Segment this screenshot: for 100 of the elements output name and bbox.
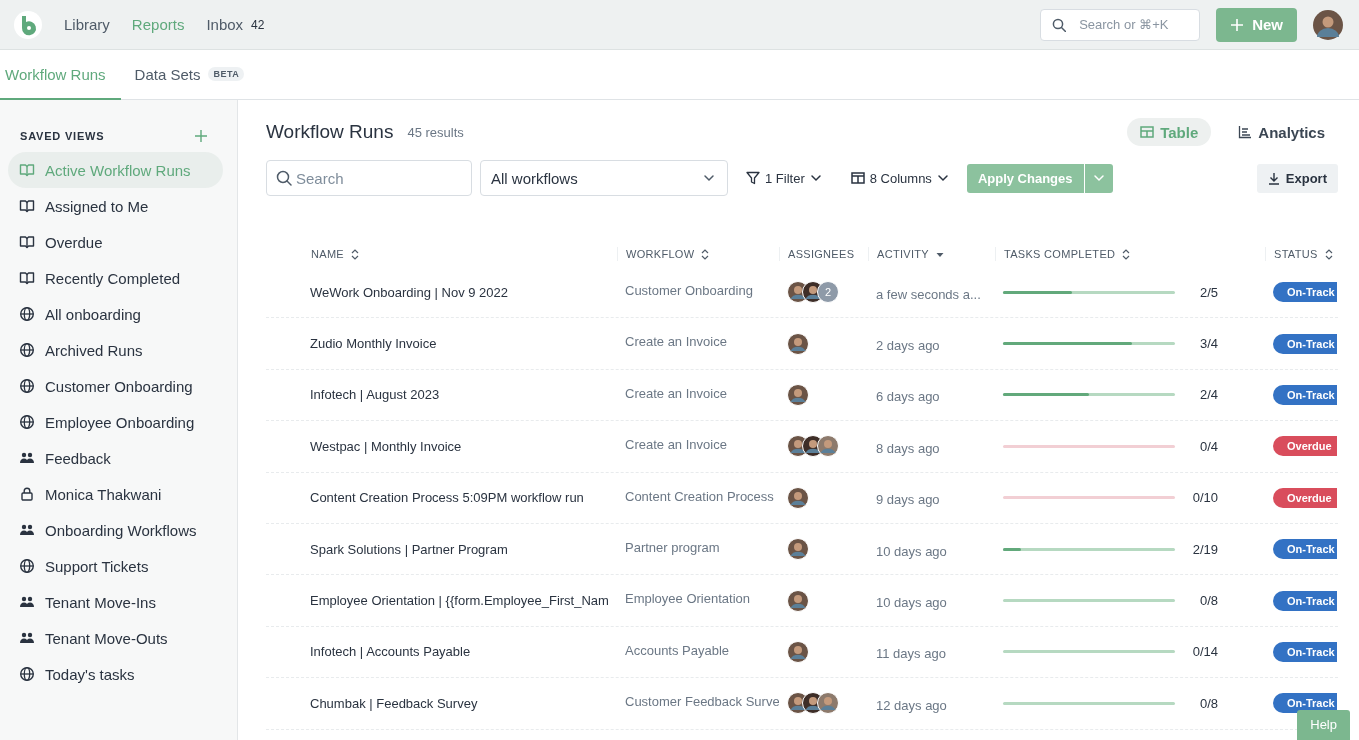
people-icon: [19, 594, 35, 610]
globe-icon: [19, 414, 35, 430]
saved-view-item[interactable]: Recently Completed: [8, 260, 223, 296]
status-badge: On-Track: [1273, 282, 1337, 303]
column-header[interactable]: WORKFLOW: [626, 248, 695, 260]
run-name[interactable]: Content Creation Process 5:09PM workflow run: [266, 490, 617, 506]
status-badge: On-Track: [1273, 590, 1337, 611]
status-badge: Overdue: [1273, 436, 1337, 457]
view-toggle[interactable]: Analytics: [1225, 118, 1338, 146]
activity-time: 11 days ago: [875, 645, 947, 662]
nav-link[interactable]: Library: [64, 16, 110, 33]
run-name[interactable]: Westpac | Monthly Invoice: [266, 438, 617, 454]
search-field[interactable]: Search or ⌘+K: [1040, 8, 1201, 41]
saved-view-item[interactable]: Support Tickets: [8, 548, 223, 584]
task-count: 0/8: [1198, 593, 1218, 609]
result-count: 45 results: [407, 124, 464, 140]
book-icon: [19, 270, 35, 286]
nav-link[interactable]: Inbox 42: [206, 16, 265, 33]
run-name[interactable]: Chumbak | Feedback Survey: [266, 695, 617, 711]
beta-badge: BETA: [208, 67, 245, 81]
activity-time: 8 days ago: [875, 439, 941, 456]
book-icon: [19, 234, 35, 250]
workflow-name: Employee Orientation: [624, 590, 751, 607]
table-icon: [1140, 125, 1155, 139]
lock-icon: [19, 486, 35, 502]
saved-view-item[interactable]: Today's tasks: [8, 656, 223, 692]
activity-time: a few seconds a...: [875, 285, 982, 302]
saved-view-item[interactable]: Feedback: [8, 440, 223, 476]
task-count: 2/19: [1191, 541, 1218, 557]
workflow-name: Accounts Payable: [624, 641, 731, 658]
task-count: 0/4: [1198, 438, 1218, 454]
sort-icon: [350, 247, 360, 261]
avatar-icon: [787, 383, 809, 406]
activity-time: 10 days ago: [875, 542, 948, 559]
workflow-name: Partner program: [624, 538, 721, 555]
activity-time: 2 days ago: [875, 337, 941, 354]
run-name[interactable]: Infotech | Accounts Payable: [266, 644, 617, 660]
saved-view-item[interactable]: Tenant Move-Ins: [8, 584, 223, 620]
avatar-icon: [817, 692, 839, 715]
run-name[interactable]: Spark Solutions | Partner Program: [266, 541, 617, 557]
saved-view-item[interactable]: Onboarding Workflows: [8, 512, 223, 548]
chevron-down-icon: [703, 172, 715, 184]
task-count: 3/4: [1198, 336, 1218, 352]
filter-button[interactable]: 1 Filter: [746, 170, 822, 186]
column-header[interactable]: ASSIGNEES: [788, 248, 855, 260]
globe-icon: [19, 342, 35, 358]
workflow-name: Create an Invoice: [624, 436, 728, 453]
logo-icon: [14, 10, 42, 39]
run-name[interactable]: Infotech | August 2023: [266, 387, 617, 403]
saved-view-item[interactable]: Assigned to Me: [8, 188, 223, 224]
people-icon: [19, 630, 35, 646]
workflow-name: Content Creation Process: [624, 487, 775, 504]
avatar-icon: [787, 640, 809, 663]
columns-button[interactable]: 8 Columns: [850, 170, 949, 186]
workflow-dropdown[interactable]: All workflows: [480, 160, 728, 196]
activity-time: 12 days ago: [875, 696, 948, 713]
status-badge: On-Track: [1273, 384, 1337, 405]
globe-icon: [19, 306, 35, 322]
avatar-icon: [787, 486, 809, 509]
column-header[interactable]: ACTIVITY: [877, 248, 929, 260]
activity-time: 9 days ago: [875, 491, 941, 508]
tab[interactable]: Data Sets BETA: [120, 50, 260, 100]
search-icon: [276, 170, 292, 186]
saved-view-item[interactable]: Customer Onboarding: [8, 368, 223, 404]
run-name[interactable]: WeWork Onboarding | Nov 9 2022: [266, 284, 617, 300]
book-icon: [19, 162, 35, 178]
saved-view-item[interactable]: Monica Thakwani: [8, 476, 223, 512]
activity-time: 6 days ago: [875, 388, 941, 405]
book-icon: [19, 198, 35, 214]
search-field[interactable]: Search: [266, 160, 472, 196]
status-badge: Overdue: [1273, 487, 1337, 508]
chart-icon: [1238, 125, 1253, 139]
task-count: 0/8: [1198, 695, 1218, 711]
sort-icon: [1323, 247, 1334, 261]
avatar-icon: [817, 435, 839, 458]
saved-view-item[interactable]: All onboarding: [8, 296, 223, 332]
globe-icon: [19, 666, 35, 682]
saved-view-item[interactable]: Overdue: [8, 224, 223, 260]
saved-view-item[interactable]: Archived Runs: [8, 332, 223, 368]
people-icon: [19, 522, 35, 538]
workflow-name: Create an Invoice: [624, 333, 728, 350]
column-header[interactable]: TASKS COMPLETED: [1004, 248, 1116, 260]
status-badge: On-Track: [1273, 641, 1337, 662]
run-name[interactable]: Employee Orientation | {{form.Employee_First_Nam: [266, 593, 617, 609]
filter-icon: [746, 171, 760, 185]
saved-view-item[interactable]: Tenant Move-Outs: [8, 620, 223, 656]
task-count: 2/4: [1198, 387, 1218, 403]
plus-icon[interactable]: [195, 130, 207, 142]
avatar-icon: [1313, 9, 1343, 40]
workflow-name: Customer Onboarding: [624, 282, 754, 298]
column-header[interactable]: STATUS: [1274, 248, 1318, 260]
globe-icon: [19, 378, 35, 394]
column-header[interactable]: NAME: [311, 248, 344, 260]
status-badge: On-Track: [1273, 693, 1337, 714]
avatar-icon: [787, 589, 809, 612]
saved-view-item[interactable]: Employee Onboarding: [8, 404, 223, 440]
columns-icon: [850, 171, 865, 185]
run-name[interactable]: Zudio Monthly Invoice: [266, 336, 617, 352]
export-button[interactable]: Export: [1256, 163, 1338, 193]
apply-menu-button[interactable]: [1083, 163, 1113, 193]
